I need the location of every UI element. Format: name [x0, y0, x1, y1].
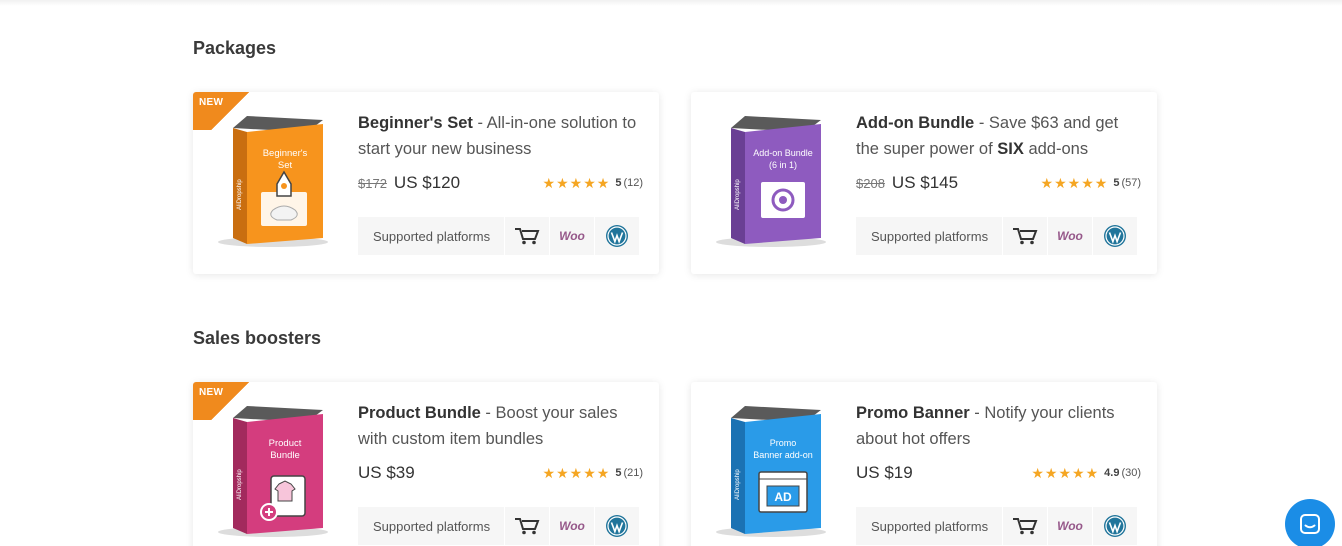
dropship-cart-icon: [504, 507, 549, 545]
svg-text:Bundle: Bundle: [270, 450, 300, 461]
svg-text:AD: AD: [774, 490, 792, 504]
chat-button[interactable]: [1285, 499, 1335, 546]
product-card-product-bundle[interactable]: Product Bundle AliDropship NEW Product B…: [193, 382, 659, 546]
new-badge: NEW: [193, 92, 257, 130]
product-card-addon-bundle[interactable]: Add-on Bundle (6 in 1) AliDropship Add-o…: [691, 92, 1157, 274]
review-count: (21): [623, 467, 643, 479]
price: US $19: [856, 463, 913, 483]
review-count: (57): [1121, 177, 1141, 189]
star-rating-icon: ★★★★★: [542, 464, 611, 481]
product-box-image: Promo Banner add-on AD AliDropship: [709, 400, 839, 538]
price: $172 US $120: [358, 173, 460, 193]
wordpress-icon: [594, 507, 639, 545]
wordpress-icon: [1092, 217, 1137, 255]
rating: ★★★★★ 4.9 (30): [1031, 464, 1141, 481]
woocommerce-icon: Woo: [1047, 507, 1092, 545]
section-title-sales-boosters: Sales boosters: [193, 328, 322, 348]
new-badge: NEW: [193, 382, 257, 420]
woocommerce-icon: Woo: [549, 507, 594, 545]
supported-platforms: Supported platforms Woo: [856, 507, 1137, 545]
svg-text:AliDropship: AliDropship: [237, 469, 243, 500]
current-price: US $39: [358, 463, 415, 482]
product-card-promo-banner[interactable]: Promo Banner add-on AD AliDropship Promo…: [691, 382, 1157, 546]
rating: ★★★★★ 5 (21): [542, 464, 643, 481]
svg-text:Promo: Promo: [770, 438, 797, 448]
wordpress-icon: [594, 217, 639, 255]
product-card-beginners-set[interactable]: Beginner's Set AliDropship NEW Beginner'…: [193, 92, 659, 274]
svg-text:AliDropship: AliDropship: [735, 179, 741, 210]
star-rating-icon: ★★★★★: [1031, 464, 1100, 481]
old-price: $208: [856, 176, 885, 191]
current-price: US $19: [856, 463, 913, 482]
supported-platforms: Supported platforms Woo: [358, 217, 639, 255]
svg-text:Set: Set: [278, 160, 293, 171]
star-rating-icon: ★★★★★: [1040, 174, 1109, 191]
supported-platforms: Supported platforms Woo: [358, 507, 639, 545]
svg-text:AliDropship: AliDropship: [237, 179, 243, 210]
chat-icon: [1300, 514, 1320, 534]
rating: ★★★★★ 5 (12): [542, 174, 643, 191]
product-name[interactable]: Promo Banner: [856, 404, 970, 422]
wordpress-icon: [1092, 507, 1137, 545]
product-box-image: Product Bundle AliDropship: [211, 400, 341, 538]
product-box-image: Beginner's Set AliDropship: [211, 110, 341, 248]
woocommerce-icon: Woo: [549, 217, 594, 255]
product-description: Beginner's Set - All-in-one solution to …: [358, 114, 637, 158]
supported-platforms: Supported platforms Woo: [856, 217, 1137, 255]
product-description: Promo Banner - Notify your clients about…: [856, 404, 1115, 448]
price: $208 US $145: [856, 173, 958, 193]
dropship-cart-icon: [1002, 507, 1047, 545]
svg-text:Add-on Bundle: Add-on Bundle: [753, 148, 813, 158]
svg-text:Beginner's: Beginner's: [263, 148, 308, 159]
product-name[interactable]: Add-on Bundle: [856, 114, 974, 132]
svg-text:Banner add-on: Banner add-on: [753, 450, 813, 460]
rating: ★★★★★ 5 (57): [1040, 174, 1141, 191]
review-count: (12): [623, 177, 643, 189]
old-price: $172: [358, 176, 387, 191]
review-count: (30): [1121, 467, 1141, 479]
star-rating-icon: ★★★★★: [542, 174, 611, 191]
section-title-packages: Packages: [193, 38, 277, 58]
svg-text:AliDropship: AliDropship: [735, 469, 741, 500]
dropship-cart-icon: [504, 217, 549, 255]
current-price: US $120: [393, 173, 461, 192]
top-shadow: [0, 0, 1342, 6]
product-name[interactable]: Beginner's Set: [358, 114, 473, 132]
woocommerce-icon: Woo: [1047, 217, 1092, 255]
svg-text:Product: Product: [269, 438, 302, 449]
product-description: Product Bundle - Boost your sales with c…: [358, 404, 618, 448]
product-name[interactable]: Product Bundle: [358, 404, 481, 422]
price: US $39: [358, 463, 415, 483]
product-box-image: Add-on Bundle (6 in 1) AliDropship: [709, 110, 839, 248]
dropship-cart-icon: [1002, 217, 1047, 255]
svg-text:(6 in 1): (6 in 1): [769, 160, 797, 170]
current-price: US $145: [891, 173, 959, 192]
product-description: Add-on Bundle - Save $63 and get the sup…: [856, 114, 1119, 158]
